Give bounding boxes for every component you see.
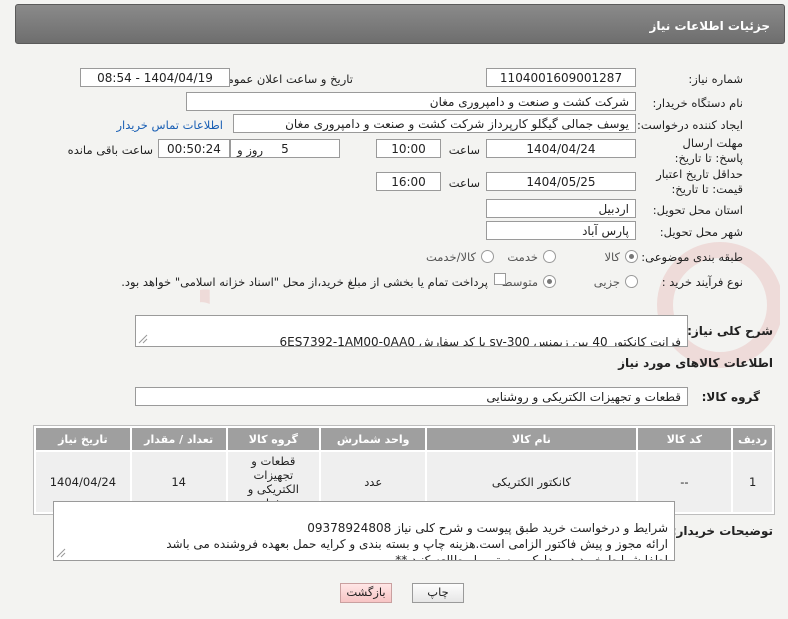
process-option-minor: جزیی — [593, 275, 620, 289]
reply-deadline-date-field: 1404/04/24 — [486, 139, 636, 158]
process-radio-medium[interactable] — [543, 275, 556, 288]
category-radio-goods-service[interactable] — [481, 250, 494, 263]
price-validity-time-label: ساعت — [448, 176, 480, 190]
description-text: فرانت کانکتور 40 پین زیمنس sv-300 با کد … — [279, 335, 681, 347]
remaining-time-label: ساعت باقی مانده — [67, 143, 153, 157]
treasury-payment-checkbox[interactable] — [494, 273, 506, 285]
price-validity-time-field: 16:00 — [376, 172, 441, 191]
process-option-medium: متوسط — [501, 275, 538, 289]
buyer-contact-link[interactable]: اطلاعات تماس خریدار — [116, 118, 223, 132]
delivery-city-field: پارس آباد — [486, 221, 636, 240]
col-row-number: ردیف — [733, 428, 772, 450]
col-item-name: نام کالا — [427, 428, 636, 450]
cell-row-number: 1 — [733, 452, 772, 512]
price-validity-date-field: 1404/05/25 — [486, 172, 636, 191]
reply-deadline-time-label: ساعت — [448, 143, 480, 157]
delivery-city-label: شهر محل تحویل: — [659, 225, 743, 239]
category-label: طبقه بندی موضوعی: — [641, 250, 743, 264]
requester-field: یوسف جمالی گیگلو کارپرداز شرکت کشت و صنع… — [233, 114, 636, 133]
buyer-org-field: شرکت کشت و صنعت و دامپروری مغان — [186, 92, 636, 111]
goods-group-field: قطعات و تجهیزات الکتریکی و روشنایی — [135, 387, 688, 406]
description-label: شرح کلی نیاز: — [687, 324, 773, 338]
delivery-province-field: اردبیل — [486, 199, 636, 218]
category-radio-goods[interactable] — [625, 250, 638, 263]
col-item-group: گروه کالا — [227, 428, 320, 450]
announce-datetime-field: 1404/04/19 - 08:54 — [80, 68, 230, 87]
reply-days-label: روز و — [237, 143, 263, 157]
category-option-goods-service: کالا/خدمت — [425, 250, 476, 264]
col-item-code: کد کالا — [637, 428, 732, 450]
buyer-notes-label: توضیحات خریدار: — [671, 524, 773, 538]
back-button[interactable]: بازگشت — [340, 583, 392, 603]
col-need-date: تاریخ نیاز — [36, 428, 130, 450]
reply-deadline-time-field: 10:00 — [376, 139, 441, 158]
price-validity-label: حداقل تاریخ اعتبار قیمت: تا تاریخ: — [656, 167, 743, 196]
col-unit: واحد شمارش — [321, 428, 426, 450]
reply-deadline-label: مهلت ارسال پاسخ: تا تاریخ: — [674, 136, 743, 165]
goods-group-label: گروه کالا: — [701, 390, 760, 404]
remaining-time-field: 00:50:24 — [158, 139, 230, 158]
goods-table-header: ردیف کد کالا نام کالا واحد شمارش گروه کا… — [36, 428, 772, 450]
need-details-panel: جزئیات اطلاعات نیاز AriaTender شماره نیا… — [0, 0, 788, 619]
category-option-goods: کالا — [604, 250, 620, 264]
description-field: فرانت کانکتور 40 پین زیمنس sv-300 با کد … — [135, 315, 688, 347]
col-quantity: تعداد / مقدار — [131, 428, 226, 450]
buyer-notes-field: شرایط و درخواست خرید طبق پیوست و شرح کلی… — [53, 501, 675, 561]
process-radio-minor[interactable] — [625, 275, 638, 288]
resize-grip-icon[interactable] — [56, 548, 66, 558]
need-number-field: 1104001609001287 — [486, 68, 636, 87]
delivery-province-label: استان محل تحویل: — [652, 203, 743, 217]
treasury-payment-note: پرداخت تمام یا بخشی از مبلغ خرید،از محل … — [121, 275, 488, 289]
category-option-service: خدمت — [507, 250, 538, 264]
requester-label: ایجاد کننده درخواست: — [637, 118, 743, 132]
process-type-label: نوع فرآیند خرید : — [661, 275, 743, 289]
print-button[interactable]: چاپ — [412, 583, 464, 603]
page-title: جزئیات اطلاعات نیاز — [15, 4, 785, 44]
category-radio-service[interactable] — [543, 250, 556, 263]
buyer-notes-text: شرایط و درخواست خرید طبق پیوست و شرح کلی… — [166, 521, 668, 561]
resize-grip-icon[interactable] — [138, 334, 148, 344]
announce-datetime-label: تاریخ و ساعت اعلان عمومی: — [214, 72, 353, 86]
need-number-label: شماره نیاز: — [688, 72, 743, 86]
buyer-org-label: نام دستگاه خریدار: — [652, 96, 743, 110]
goods-info-title: اطلاعات کالاهای مورد نیاز — [618, 356, 773, 370]
